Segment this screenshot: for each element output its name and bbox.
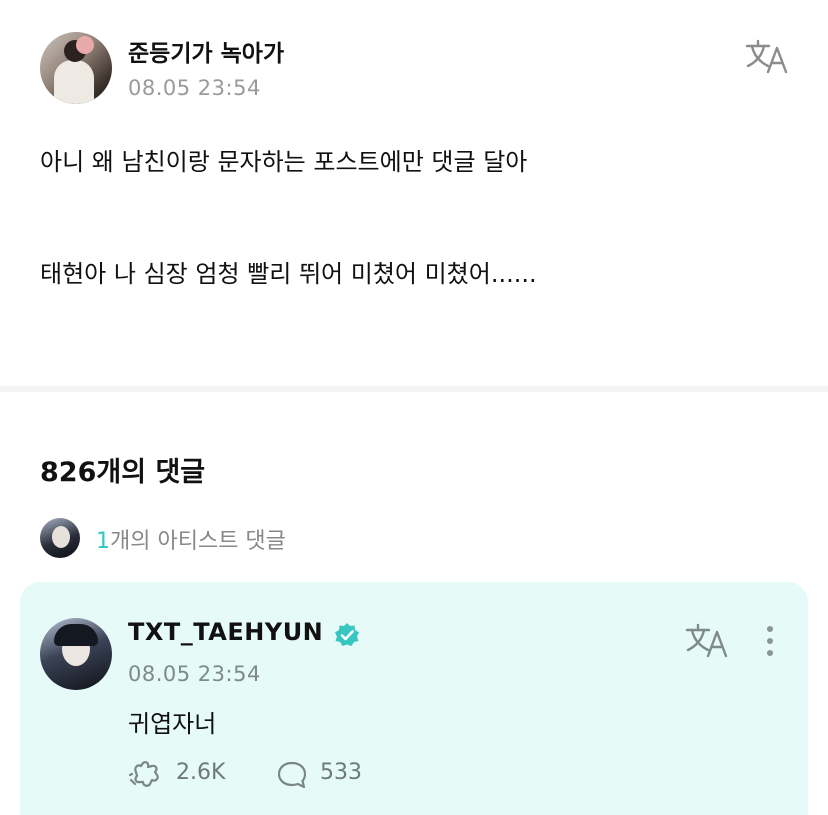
- artist-comments-text: 개의 아티스트 댓글: [110, 529, 286, 554]
- more-options-icon[interactable]: [764, 626, 776, 660]
- comment-actions: 2.6K 533: [128, 758, 528, 794]
- post-timestamp: 08.05 23:54: [128, 76, 261, 100]
- verified-badge-icon: [335, 623, 359, 646]
- like-count: 2.6K: [176, 760, 226, 785]
- cheer-icon[interactable]: [128, 758, 162, 790]
- section-divider: [0, 386, 828, 392]
- comments-count: 826개의 댓글: [40, 457, 206, 488]
- post-body-line: 태현아 나 심장 엄청 빨리 뛰어 미쳤어 미쳤어......: [40, 260, 537, 288]
- reply-icon[interactable]: [276, 760, 308, 790]
- post-body: 아니 왜 남친이랑 문자하는 포스트에만 댓글 달아 태현아 나 심장 엄청 빨…: [40, 142, 800, 294]
- post-author-name[interactable]: 준등기가 녹아가: [128, 34, 284, 68]
- translate-icon[interactable]: [744, 38, 790, 76]
- post-header: 준등기가 녹아가 08.05 23:54: [40, 30, 800, 106]
- post-author-avatar[interactable]: [40, 32, 112, 104]
- comment-author-name[interactable]: TXT_TAEHYUN: [128, 618, 323, 646]
- comment-timestamp: 08.05 23:54: [128, 662, 261, 686]
- artist-comment-card: TXT_TAEHYUN 08.05 23:54 귀엽자너 2.6K 533: [20, 582, 808, 815]
- artist-avatar: [40, 518, 80, 558]
- comment-body: 귀엽자너: [128, 710, 217, 738]
- artist-comments-label: 1개의 아티스트 댓글: [96, 523, 286, 555]
- translate-icon[interactable]: [684, 622, 730, 660]
- post-body-line: 아니 왜 남친이랑 문자하는 포스트에만 댓글 달아: [40, 148, 528, 176]
- artist-comments-count: 1: [96, 529, 110, 554]
- comment-author-avatar[interactable]: [40, 618, 112, 690]
- reply-count: 533: [320, 760, 362, 785]
